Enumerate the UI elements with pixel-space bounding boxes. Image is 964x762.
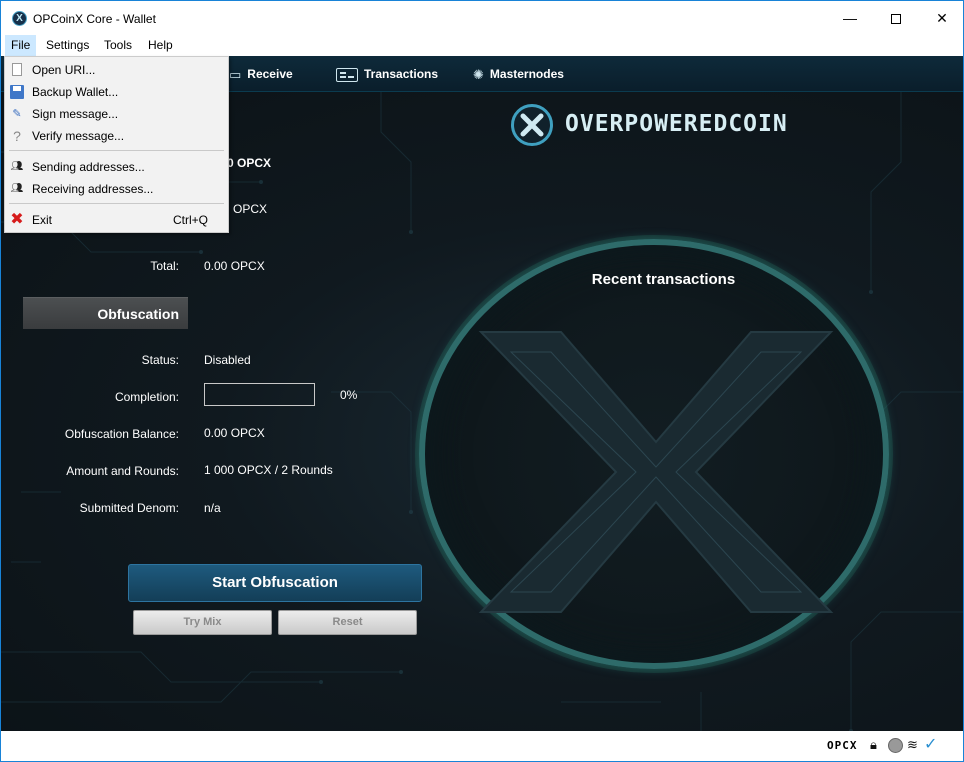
menu-exit-label: Exit (32, 213, 53, 227)
receive-tab-label: Receive (247, 67, 293, 81)
network-icon: ≋ (907, 737, 918, 752)
document-icon (12, 63, 22, 76)
menu-receiving-addresses[interactable]: 👥︎ Receiving addresses... (5, 178, 228, 200)
minimize-button[interactable]: — (827, 1, 873, 35)
masternodes-icon: ✺ (473, 66, 484, 82)
menu-exit[interactable]: ✖ Exit Ctrl+Q (5, 209, 228, 231)
completion-label: Completion: (114, 390, 179, 404)
receive-tab[interactable]: ▭ Receive (229, 64, 293, 84)
connections-icon (888, 738, 903, 753)
amount-rounds-value: 1 000 OPCX / 2 Rounds (204, 463, 333, 477)
total-value: 0.00 OPCX (204, 259, 265, 273)
receive-icon: ▭ (229, 66, 242, 82)
people-icon: 👥︎ (10, 183, 24, 194)
save-icon (10, 85, 24, 99)
menu-sending-addresses-label: Sending addresses... (32, 160, 145, 174)
menu-file[interactable]: File (5, 35, 37, 56)
transactions-icon (336, 67, 358, 82)
pending-balance-value: OPCX (233, 202, 268, 216)
unit-selector[interactable]: OPCX (827, 739, 858, 752)
status-value: Disabled (204, 353, 251, 367)
exit-icon: ✖ (10, 211, 24, 228)
menu-sign-message[interactable]: ✎ Sign message... (5, 103, 228, 125)
maximize-button[interactable] (873, 1, 919, 35)
status-bar: OPCX 🔒︎ ≋ ✓ (1, 731, 963, 761)
watermark-x-icon (478, 331, 834, 613)
menu-bar: File Settings Tools Help (1, 35, 963, 56)
file-menu-dropdown: Open URI... Backup Wallet... ✎ Sign mess… (4, 56, 229, 233)
obfuscation-balance-label: Obfuscation Balance: (64, 427, 179, 441)
menu-verify-message[interactable]: ? Verify message... (5, 125, 228, 147)
total-label: Total: (150, 259, 179, 273)
submitted-denom-label: Submitted Denom: (79, 501, 179, 515)
menu-receiving-addresses-label: Receiving addresses... (32, 182, 154, 196)
menu-sign-message-label: Sign message... (32, 107, 119, 121)
title-bar: X OPCoinX Core - Wallet — ✕ (1, 1, 963, 35)
people-icon: 👥︎ (10, 161, 24, 172)
start-obfuscation-button[interactable]: Start Obfuscation (128, 564, 422, 602)
amount-rounds-label: Amount and Rounds: (66, 464, 179, 478)
menu-verify-message-label: Verify message... (32, 129, 125, 143)
obfuscation-header-label: Obfuscation (97, 306, 179, 322)
menu-sending-addresses[interactable]: 👥︎ Sending addresses... (5, 156, 228, 178)
recent-transactions-title: Recent transactions (591, 271, 736, 288)
app-logo-icon: X (12, 11, 27, 26)
obfuscation-balance-value: 0.00 OPCX (204, 426, 265, 440)
menu-exit-shortcut: Ctrl+Q (173, 213, 209, 227)
menu-open-uri[interactable]: Open URI... (5, 59, 228, 81)
question-icon: ? (13, 128, 21, 144)
menu-settings[interactable]: Settings (40, 35, 95, 56)
status-label: Status: (141, 353, 179, 367)
sync-check-icon: ✓ (924, 736, 938, 753)
wallet-window: X OPCoinX Core - Wallet — ✕ File Setting… (0, 0, 964, 762)
menu-tools[interactable]: Tools (98, 35, 138, 56)
transactions-tab-label: Transactions (364, 67, 439, 81)
reset-button[interactable]: Reset (278, 610, 417, 635)
transactions-tab[interactable]: Transactions (336, 64, 438, 84)
window-title: OPCoinX Core - Wallet (33, 12, 156, 26)
completion-value: 0% (340, 388, 358, 402)
menu-separator (9, 203, 224, 204)
available-balance-value: 0 OPCX (227, 156, 272, 170)
menu-open-uri-label: Open URI... (32, 63, 96, 77)
masternodes-tab[interactable]: ✺ Masternodes (473, 64, 564, 84)
logo-text: OVERPOWEREDCOIN (565, 111, 788, 137)
logo-x-icon (511, 104, 553, 146)
menu-separator (9, 150, 224, 151)
pen-icon: ✎ (12, 108, 22, 120)
obfuscation-header: Obfuscation (23, 297, 188, 329)
menu-backup-wallet-label: Backup Wallet... (32, 85, 119, 99)
lock-icon: 🔒︎ (870, 737, 877, 752)
completion-progress-bar (204, 383, 315, 406)
submitted-denom-value: n/a (204, 501, 221, 515)
menu-backup-wallet[interactable]: Backup Wallet... (5, 81, 228, 103)
try-mix-button[interactable]: Try Mix (133, 610, 272, 635)
menu-help[interactable]: Help (142, 35, 179, 56)
maximize-icon (891, 14, 901, 25)
close-button[interactable]: ✕ (919, 1, 963, 35)
masternodes-tab-label: Masternodes (489, 67, 564, 81)
